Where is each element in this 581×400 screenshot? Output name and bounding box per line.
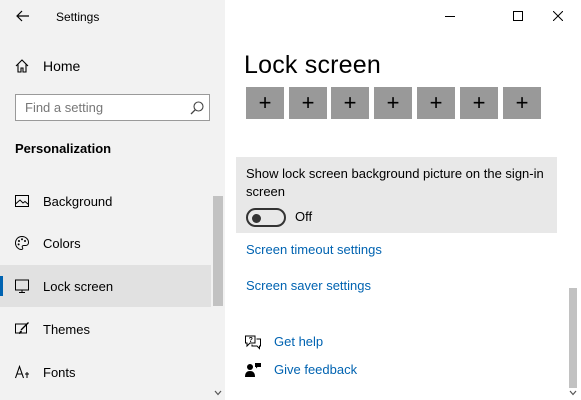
back-button[interactable] [10, 4, 36, 28]
plus-icon: + [343, 90, 357, 115]
sidebar-item-label: Lock screen [43, 279, 114, 294]
plus-icon: + [258, 90, 272, 115]
sidebar-item-colors[interactable]: Colors [0, 222, 211, 264]
plus-icon: + [472, 90, 486, 115]
app-tile-add[interactable]: + [331, 87, 369, 119]
sidebar-item-fonts[interactable]: Fonts [0, 351, 211, 393]
get-help-link[interactable]: Get help [274, 334, 323, 349]
app-tile-add[interactable]: + [417, 87, 455, 119]
plus-icon: + [429, 90, 443, 115]
sidebar-scrollbar[interactable] [211, 190, 225, 400]
sidebar-item-label: Themes [43, 322, 90, 337]
app-tile-add[interactable]: + [460, 87, 498, 119]
close-icon [553, 11, 563, 21]
sidebar-item-label: Background [43, 194, 113, 209]
sidebar-item-label: Home [43, 58, 81, 74]
brush-icon [15, 322, 29, 334]
feedback-icon [245, 363, 261, 377]
search-box[interactable] [15, 94, 210, 121]
plus-icon: + [515, 90, 529, 115]
search-icon[interactable] [189, 100, 205, 116]
picture-icon [15, 195, 29, 207]
sidebar-item-label: Colors [43, 236, 81, 251]
back-arrow-icon [16, 10, 29, 22]
sidebar-item-lock-screen[interactable]: Lock screen [0, 265, 211, 307]
sidebar-item-themes[interactable]: Themes [0, 308, 211, 350]
scroll-down-icon[interactable] [568, 389, 578, 397]
palette-icon [14, 235, 30, 251]
scroll-down-icon[interactable] [213, 389, 223, 397]
close-button[interactable] [535, 0, 581, 32]
app-tile-add[interactable]: + [246, 87, 284, 119]
app-title: Settings [56, 10, 100, 24]
sign-in-background-setting: Show lock screen background picture on t… [236, 157, 557, 233]
main-scrollbar[interactable] [566, 32, 580, 400]
scrollbar-thumb[interactable] [213, 196, 223, 306]
plus-icon: + [301, 90, 315, 115]
sidebar-item-home[interactable]: Home [0, 52, 225, 80]
sidebar: Settings Home Personalization Background… [0, 0, 225, 400]
section-title: Personalization [15, 141, 112, 156]
page-title: Lock screen [244, 51, 381, 79]
give-feedback-link[interactable]: Give feedback [274, 362, 357, 377]
plus-icon: + [386, 90, 400, 115]
search-input[interactable] [16, 95, 186, 120]
app-tile-add[interactable]: + [289, 87, 327, 119]
svg-text:?: ? [249, 337, 253, 344]
scrollbar-thumb[interactable] [569, 288, 577, 388]
toggle-knob [252, 213, 261, 223]
home-icon [15, 59, 29, 73]
minimize-icon [445, 16, 455, 17]
app-tile-add[interactable]: + [503, 87, 541, 119]
lock-screen-icon [15, 279, 29, 293]
screen-saver-settings-link[interactable]: Screen saver settings [246, 278, 371, 293]
maximize-icon [513, 11, 523, 21]
sign-in-background-toggle[interactable] [246, 208, 286, 227]
app-tile-add[interactable]: + [374, 87, 412, 119]
setting-label: Show lock screen background picture on t… [246, 166, 544, 199]
minimize-button[interactable] [427, 0, 473, 32]
font-icon [14, 364, 29, 379]
toggle-state-label: Off [295, 209, 313, 224]
sidebar-item-label: Fonts [43, 365, 76, 380]
sidebar-item-background[interactable]: Background [0, 180, 211, 222]
screen-timeout-settings-link[interactable]: Screen timeout settings [246, 242, 382, 257]
help-chat-icon: ? [245, 335, 261, 350]
